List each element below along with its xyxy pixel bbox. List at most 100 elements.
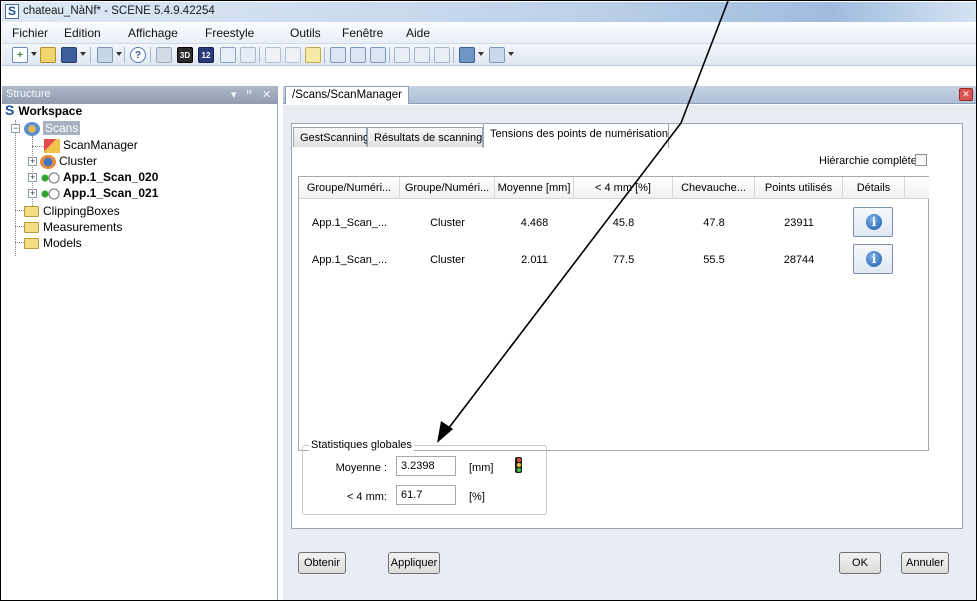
scene-app-icon: S bbox=[5, 4, 19, 19]
column-header-details[interactable]: Détails bbox=[843, 177, 905, 199]
tree-line bbox=[15, 210, 24, 211]
tree-line bbox=[15, 226, 24, 227]
table-cell: 28744 bbox=[783, 254, 815, 266]
tree-item-scan-021[interactable]: App.1_Scan_021 bbox=[40, 185, 158, 201]
save-dropdown-icon[interactable] bbox=[80, 52, 86, 56]
menu-freestyle[interactable]: Freestyle bbox=[205, 26, 254, 40]
menu-edition[interactable]: Edition bbox=[64, 26, 101, 40]
mean-value-field[interactable] bbox=[396, 456, 456, 476]
measure-icon[interactable] bbox=[285, 47, 301, 63]
obtenir-button[interactable]: Obtenir bbox=[298, 552, 346, 574]
toolbar-separator bbox=[259, 47, 260, 63]
scan-021-expand-icon[interactable]: + bbox=[28, 189, 37, 198]
view-3d-icon[interactable]: 3D bbox=[177, 47, 193, 63]
menu-fenetre[interactable]: Fenêtre bbox=[342, 26, 383, 40]
toolbar-separator bbox=[324, 47, 325, 63]
annuler-button[interactable]: Annuler bbox=[901, 552, 949, 574]
hierarchy-label: Hiérarchie complète bbox=[819, 155, 917, 167]
selection-mode-dropdown-icon[interactable] bbox=[508, 52, 514, 56]
workspace-dropdown-icon[interactable] bbox=[116, 52, 122, 56]
title-bar: S chateau_NàNf* - SCENE 5.4.9.42254 bbox=[2, 2, 976, 22]
scan-020-expand-icon[interactable]: + bbox=[28, 173, 37, 182]
table-cell: 4.468 bbox=[520, 217, 549, 229]
help-icon[interactable]: ? bbox=[130, 47, 146, 63]
tree-item-scanmanager-label: ScanManager bbox=[63, 138, 138, 152]
tree-item-clippingboxes-label: ClippingBoxes bbox=[43, 204, 120, 218]
scan-021-icon bbox=[40, 186, 60, 201]
column-header-mean[interactable]: Moyenne [mm] bbox=[495, 177, 574, 199]
display-mode-dropdown-icon[interactable] bbox=[478, 52, 484, 56]
column-header-group-1[interactable]: Groupe/Numéri... bbox=[299, 177, 400, 199]
menu-fichier[interactable]: Fichier bbox=[12, 26, 48, 40]
column-header-points[interactable]: Points utilisés bbox=[755, 177, 843, 199]
close-document-icon[interactable]: ✕ bbox=[959, 88, 973, 101]
tree-item-cluster[interactable]: Cluster bbox=[40, 153, 97, 169]
scan-tool-icon[interactable] bbox=[156, 47, 172, 63]
cluster-expand-icon[interactable]: + bbox=[28, 157, 37, 166]
folder-icon bbox=[24, 206, 39, 218]
colorize-icon[interactable] bbox=[370, 47, 386, 63]
filter-icon[interactable] bbox=[350, 47, 366, 63]
panel-menu-icon[interactable]: ▾ bbox=[231, 88, 237, 101]
selection-mode-icon[interactable] bbox=[489, 47, 505, 63]
toolbar: + ? 3D 12 bbox=[2, 44, 976, 66]
tree-item-measurements[interactable]: Measurements bbox=[24, 219, 122, 235]
home-icon[interactable] bbox=[220, 47, 236, 63]
tree-item-scan-021-label: App.1_Scan_021 bbox=[63, 186, 159, 200]
appliquer-button[interactable]: Appliquer bbox=[388, 552, 440, 574]
menu-aide[interactable]: Aide bbox=[406, 26, 430, 40]
new-dropdown-icon[interactable] bbox=[31, 52, 37, 56]
info-icon: i bbox=[866, 251, 882, 267]
tree-item-scans-label: Scans bbox=[43, 121, 81, 135]
move-icon[interactable] bbox=[414, 47, 430, 63]
traffic-light-icon bbox=[515, 457, 522, 473]
window-title: chateau_NàNf* - SCENE 5.4.9.42254 bbox=[23, 5, 215, 17]
display-mode-icon[interactable] bbox=[459, 47, 475, 63]
menu-affichage[interactable]: Affichage bbox=[128, 26, 178, 40]
workspace-icon[interactable] bbox=[97, 47, 113, 63]
hierarchy-checkbox[interactable] bbox=[915, 154, 927, 166]
column-header-filler bbox=[905, 177, 929, 199]
toolbar-separator bbox=[90, 47, 91, 63]
lt4mm-label: < 4 mm: bbox=[346, 491, 387, 503]
pin-icon[interactable]: ꟸ bbox=[246, 88, 252, 101]
tree-line bbox=[15, 242, 24, 243]
tree-item-scans[interactable]: Scans bbox=[24, 120, 81, 136]
rotate-icon[interactable] bbox=[434, 47, 450, 63]
details-button[interactable]: i bbox=[853, 244, 893, 274]
view-12-icon[interactable]: 12 bbox=[198, 47, 214, 63]
tension-table: Groupe/Numéri... Groupe/Numéri... Moyenn… bbox=[298, 176, 929, 451]
close-panel-icon[interactable]: ✕ bbox=[262, 88, 271, 101]
menu-outils[interactable]: Outils bbox=[290, 26, 321, 40]
ok-button[interactable]: OK bbox=[839, 552, 881, 574]
column-header-lt4mm[interactable]: < 4 mm [%] bbox=[574, 177, 673, 199]
cluster-icon bbox=[40, 154, 56, 169]
tab-gestscanning[interactable]: GestScanning bbox=[293, 127, 369, 147]
tree-item-models[interactable]: Models bbox=[24, 235, 82, 251]
lt4mm-value-field[interactable] bbox=[396, 485, 456, 505]
tree-item-scan-020-label: App.1_Scan_020 bbox=[63, 170, 159, 184]
document-tab-scanmanager[interactable]: /Scans/ScanManager bbox=[285, 86, 409, 104]
column-header-overlap[interactable]: Chevauche... bbox=[673, 177, 755, 199]
table-cell: App.1_Scan_... bbox=[311, 217, 388, 229]
tree-item-workspace-label: Workspace bbox=[18, 104, 83, 118]
scans-collapse-icon[interactable]: − bbox=[11, 124, 20, 133]
tree-item-workspace[interactable]: S Workspace bbox=[5, 102, 82, 118]
tree-item-clippingboxes[interactable]: ClippingBoxes bbox=[24, 203, 120, 219]
register-icon[interactable] bbox=[330, 47, 346, 63]
clip-icon[interactable] bbox=[265, 47, 281, 63]
new-project-icon[interactable]: + bbox=[12, 47, 28, 63]
save-icon[interactable] bbox=[61, 47, 77, 63]
tab-tensions-des-points[interactable]: Tensions des points de numérisation bbox=[483, 123, 669, 148]
navigate-icon[interactable] bbox=[394, 47, 410, 63]
column-header-group-2[interactable]: Groupe/Numéri... bbox=[400, 177, 495, 199]
layout-icon[interactable] bbox=[240, 47, 256, 63]
export-icon[interactable] bbox=[305, 47, 321, 63]
toolbar-separator bbox=[150, 47, 151, 63]
tree-item-cluster-label: Cluster bbox=[59, 154, 98, 168]
open-project-icon[interactable] bbox=[40, 47, 56, 63]
details-button[interactable]: i bbox=[853, 207, 893, 237]
tree-item-scanmanager[interactable]: ScanManager bbox=[44, 137, 138, 153]
tree-item-scan-020[interactable]: App.1_Scan_020 bbox=[40, 169, 158, 185]
tab-resultats-de-scanning[interactable]: Résultats de scanning bbox=[367, 127, 483, 147]
